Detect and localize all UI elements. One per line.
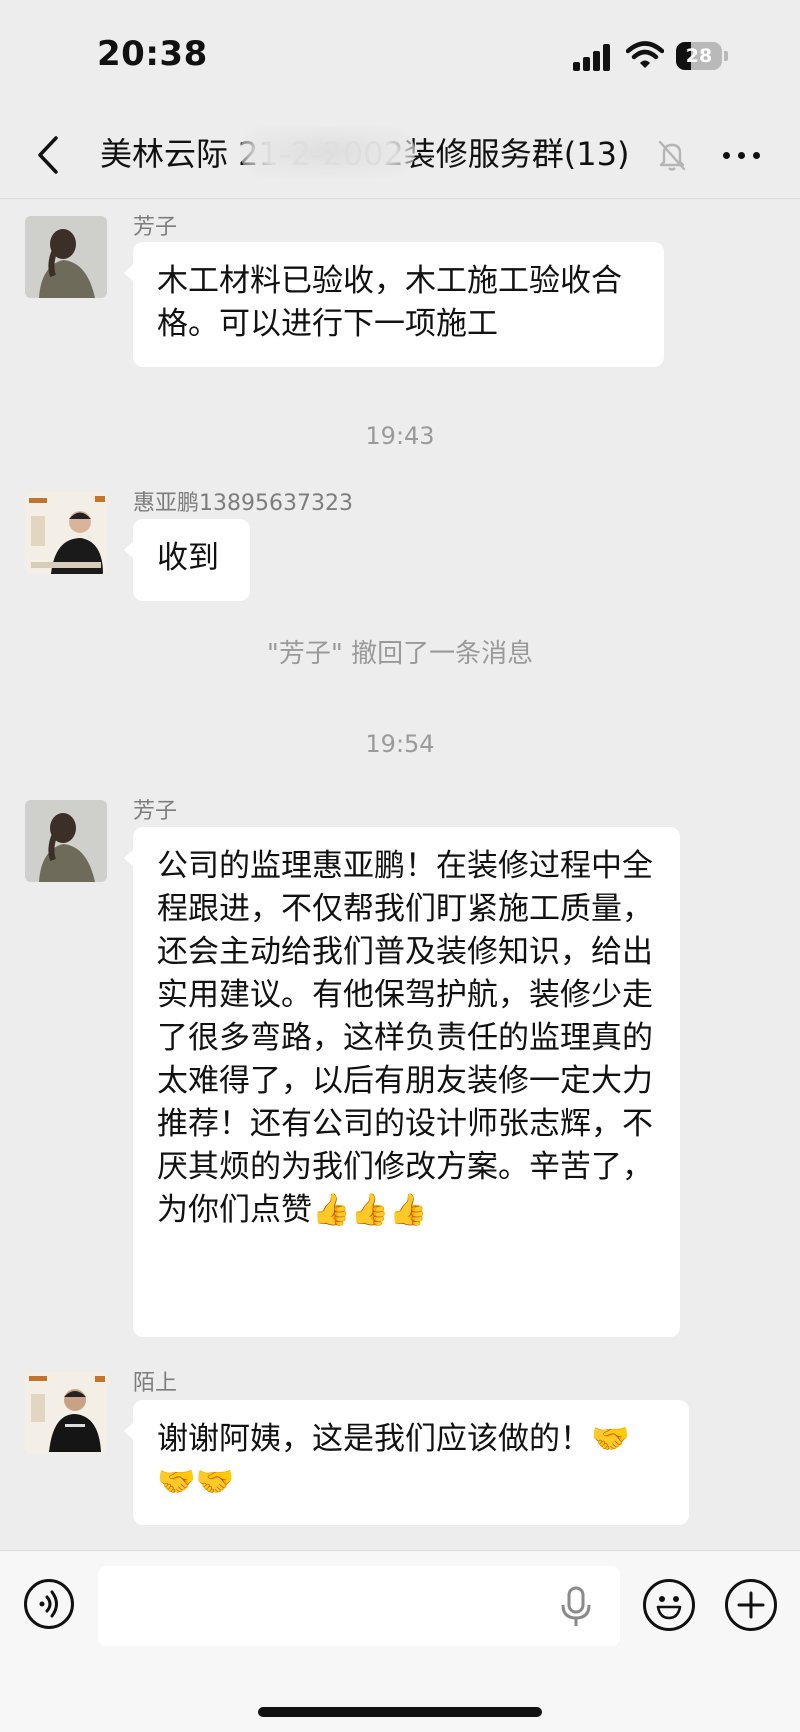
voice-icon (39, 1590, 58, 1618)
message-bubble[interactable]: 公司的监理惠亚鹏！在装修过程中全程跟进，不仅帮我们盯紧施工质量，还会主动给我们普… (124, 827, 680, 1337)
plus-icon (737, 1591, 765, 1619)
timestamp: 19:43 (365, 422, 435, 450)
avatar-moshang[interactable] (25, 1372, 107, 1454)
cellular-signal-icon (573, 43, 613, 71)
sender-name: 陌上 (133, 1371, 178, 1396)
timestamp: 19:54 (365, 730, 435, 758)
message-text: 公司的监理惠亚鹏！在装修过程中全程跟进，不仅帮我们盯紧施工质量，还会主动给我们普… (157, 848, 653, 1228)
message-bubble[interactable]: 谢谢阿姨，这是我们应该做的！🤝🤝🤝 (124, 1400, 689, 1525)
thumbs-up-emoji: 👍👍👍 (312, 1192, 428, 1228)
message-text: 收到 (157, 540, 219, 576)
input-bar (0, 1550, 800, 1732)
recall-notice: "芳子" 撤回了一条消息 (266, 639, 534, 669)
smiley-icon (656, 1596, 682, 1620)
message-bubble[interactable]: 木工材料已验收，木工施工验收合格。可以进行下一项施工 (124, 242, 664, 367)
message-bubble[interactable]: 收到 (124, 519, 250, 601)
battery-icon: 28 (676, 42, 728, 70)
back-arrow-icon[interactable] (28, 132, 68, 178)
message-list: 芳子 木工材料已验收，木工施工验收合格。可以进行下一项施工 19:43 惠亚鹏1… (0, 199, 800, 1549)
muted-bell-icon (658, 140, 686, 171)
chat-header: 美林云际 21-2-2002装修服务群(13) (0, 112, 800, 199)
message-input[interactable] (98, 1566, 620, 1646)
emoji-button[interactable] (643, 1579, 695, 1631)
more-functions-button[interactable] (725, 1579, 777, 1631)
avatar-huiyapeng[interactable] (25, 492, 107, 574)
sender-name: 芳子 (133, 215, 178, 240)
sender-name: 惠亚鹏13895637323 (133, 491, 353, 516)
voice-mode-button[interactable] (24, 1579, 74, 1629)
home-indicator (258, 1707, 542, 1717)
battery-level: 28 (685, 45, 713, 67)
avatar-fangzi[interactable] (25, 800, 107, 882)
status-time: 20:38 (97, 34, 208, 74)
microphone-icon[interactable] (556, 1585, 596, 1629)
wifi-icon (626, 41, 664, 68)
more-options-icon[interactable] (720, 138, 764, 172)
message-text: 木工材料已验收，木工施工验收合格。可以进行下一项施工 (157, 263, 622, 342)
redaction-blur (240, 126, 415, 178)
message-text: 谢谢阿姨，这是我们应该做的！ (157, 1421, 591, 1457)
avatar-fangzi[interactable] (25, 216, 107, 298)
sender-name: 芳子 (133, 799, 178, 824)
status-bar: 20:38 28 (0, 0, 800, 112)
